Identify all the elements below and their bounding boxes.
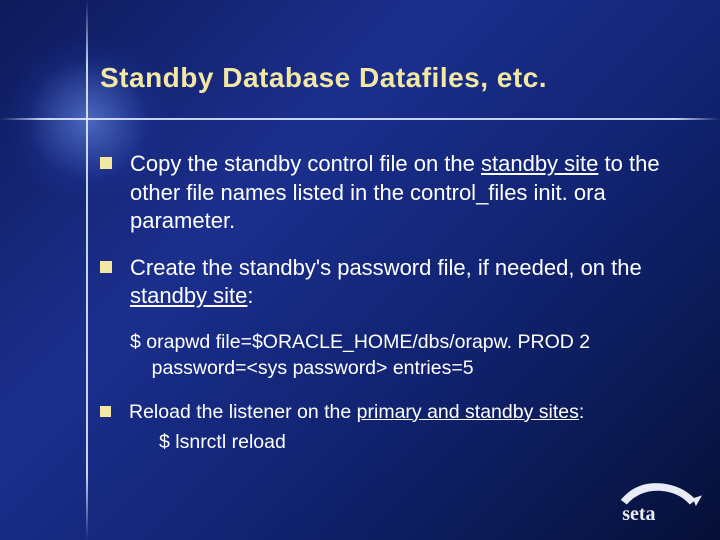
bullet-3-text: Reload the listener on the primary and s… <box>129 400 670 456</box>
b1-underline: standby site <box>481 151 598 176</box>
b1-part1: Copy the standby control file on the <box>130 151 481 176</box>
b2-underline: standby site <box>130 283 247 308</box>
bullet-3-sub-command: $ lsnrctl reload <box>159 429 670 455</box>
cmd-line-1: $ orapwd file=$ORACLE_HOME/dbs/orapw. PR… <box>130 331 590 353</box>
cmd2-line-1: $ lsnrctl reload <box>159 431 286 453</box>
bullet-marker-icon <box>100 261 112 273</box>
decor-horizontal-line <box>0 118 720 120</box>
bullet-2-text: Create the standby's password file, if n… <box>130 254 670 311</box>
b2-part1: Create the standby's password file, if n… <box>130 255 642 280</box>
b3-part2: : <box>579 401 584 423</box>
bullet-2-sub-command: $ orapwd file=$ORACLE_HOME/dbs/orapw. PR… <box>130 329 670 382</box>
b3-underline: primary and standby sites <box>357 401 579 423</box>
slide-content: Copy the standby control file on the sta… <box>100 150 670 473</box>
cmd-line-2: password=<sys password> entries=5 <box>152 357 474 379</box>
bullet-marker-icon <box>100 157 112 169</box>
bullet-marker-icon <box>100 406 111 417</box>
bullet-1: Copy the standby control file on the sta… <box>100 150 670 236</box>
b3-part1: Reload the listener on the <box>129 401 357 423</box>
svg-text:seta: seta <box>622 503 655 525</box>
slide-title: Standby Database Datafiles, etc. <box>100 62 680 94</box>
seta-logo: seta <box>610 480 702 526</box>
b2-part2: : <box>247 283 253 308</box>
bullet-2: Create the standby's password file, if n… <box>100 254 670 311</box>
slide: Standby Database Datafiles, etc. Copy th… <box>0 0 720 540</box>
bullet-3: Reload the listener on the primary and s… <box>100 400 670 456</box>
decor-vertical-line <box>86 0 88 540</box>
bullet-1-text: Copy the standby control file on the sta… <box>130 150 670 236</box>
